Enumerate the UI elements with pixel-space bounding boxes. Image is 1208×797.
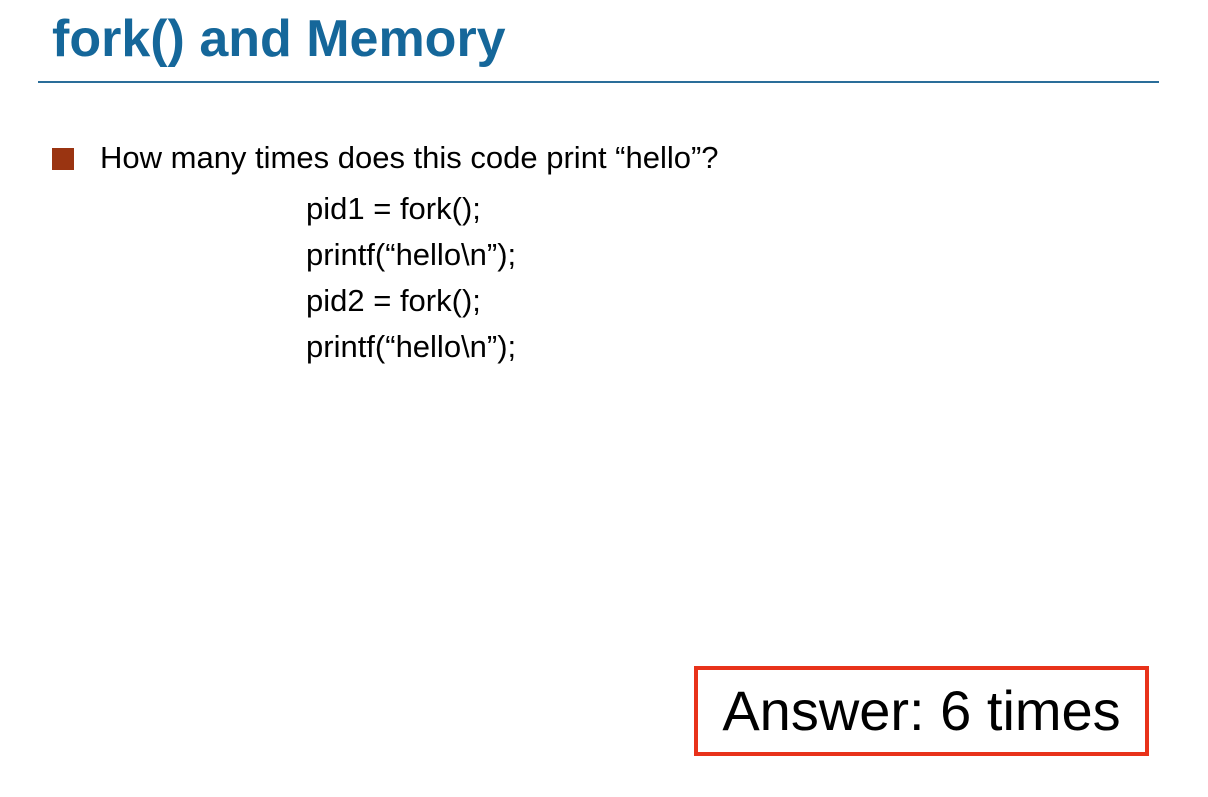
slide: fork() and Memory How many times does th… <box>0 0 1208 797</box>
bullet-text: How many times does this code print “hel… <box>100 140 719 175</box>
square-bullet-icon <box>52 148 74 170</box>
code-line: printf(“hello\n”); <box>306 329 517 364</box>
answer-text: Answer: 6 times <box>722 679 1121 742</box>
slide-title: fork() and Memory <box>52 10 506 68</box>
code-line: pid1 = fork(); <box>306 191 481 226</box>
code-block: pid1 = fork(); printf(“hello\n”); pid2 =… <box>306 186 516 370</box>
code-line: printf(“hello\n”); <box>306 237 517 272</box>
title-divider <box>38 81 1159 83</box>
answer-box: Answer: 6 times <box>694 666 1149 756</box>
code-line: pid2 = fork(); <box>306 283 481 318</box>
